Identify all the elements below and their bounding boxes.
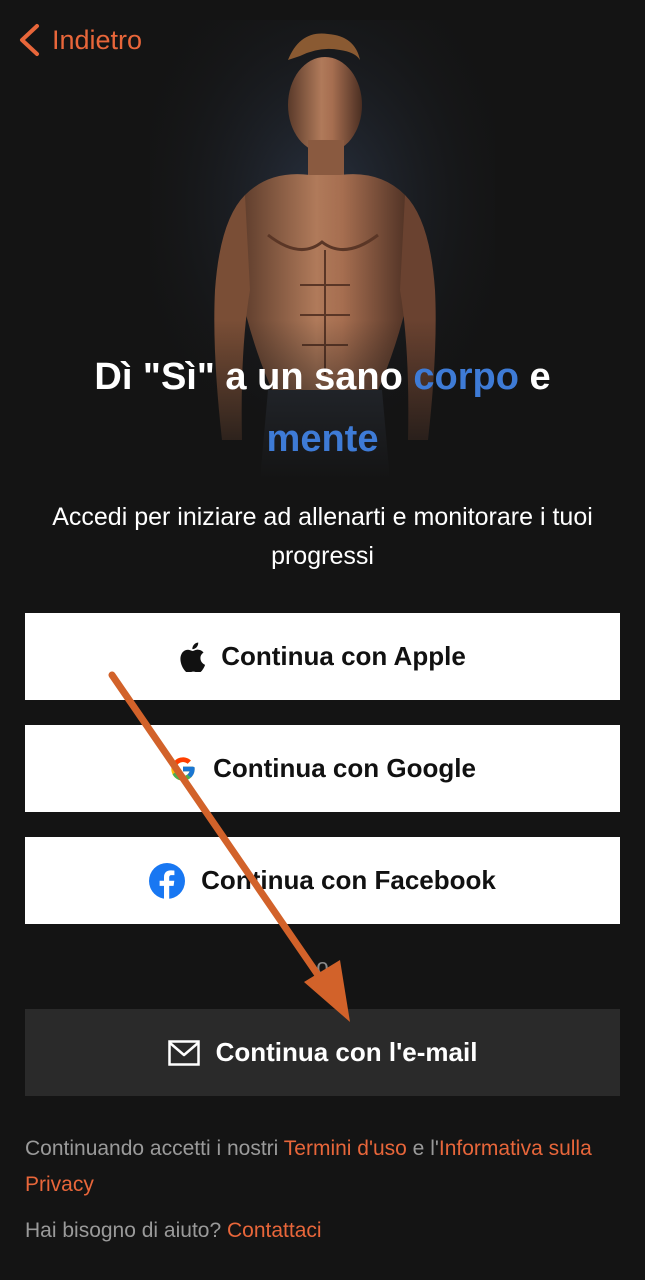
or-separator: o [316, 954, 329, 979]
google-button-label: Continua con Google [213, 753, 476, 783]
title-accent-body: corpo [413, 356, 519, 398]
help-notice: Hai bisogno di aiuto? Contattaci [25, 1213, 615, 1249]
back-button[interactable]: Indietro [18, 20, 142, 60]
apple-button-label: Continua con Apple [221, 641, 466, 671]
email-button-label: Continua con l'e-mail [215, 1037, 478, 1067]
title-part-2: e [518, 356, 551, 398]
google-icon [169, 755, 197, 783]
apple-icon [179, 642, 206, 672]
help-prefix: Hai bisogno di aiuto? [25, 1219, 227, 1242]
page-subtitle: Accedi per iniziare ad allenarti e monit… [52, 503, 593, 570]
page-title: Dì "Sì" a un sano corpo e mente [40, 346, 605, 470]
continue-with-email-button[interactable]: Continua con l'e-mail [25, 1009, 620, 1096]
facebook-icon [149, 862, 186, 899]
legal-middle: e l' [406, 1137, 439, 1160]
login-screen: Indietro Dì "Sì" a un sano corpo e mente… [0, 0, 645, 1280]
facebook-button-label: Continua con Facebook [201, 865, 496, 895]
title-part-1: Dì "Sì" a un sano [94, 356, 414, 398]
terms-of-use-link[interactable]: Termini d'uso [284, 1137, 407, 1160]
legal-notice: Continuando accetti i nostri Termini d'u… [25, 1131, 615, 1203]
chevron-left-icon [18, 23, 40, 57]
back-label: Indietro [52, 24, 143, 55]
continue-with-google-button[interactable]: Continua con Google [25, 725, 620, 812]
legal-prefix: Continuando accetti i nostri [25, 1137, 284, 1160]
continue-with-facebook-button[interactable]: Continua con Facebook [25, 837, 620, 924]
continue-with-apple-button[interactable]: Continua con Apple [25, 613, 620, 700]
mail-icon [167, 1039, 200, 1066]
title-accent-mind: mente [266, 418, 379, 460]
contact-us-link[interactable]: Contattaci [227, 1219, 322, 1242]
